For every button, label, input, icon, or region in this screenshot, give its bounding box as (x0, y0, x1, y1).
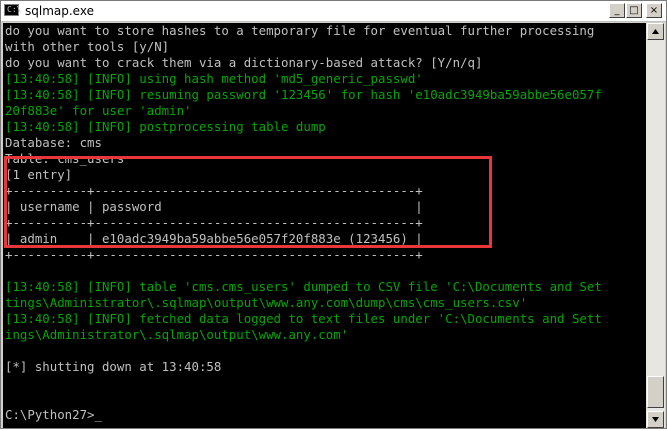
arrow-down-icon (652, 417, 659, 422)
scroll-up-button[interactable] (647, 23, 664, 40)
console-line: do you want to crack them via a dictiona… (5, 55, 483, 70)
console-line: 20f883e' for user 'admin' (5, 103, 192, 118)
console-window: C:\ sqlmap.exe _ □ × do you want to stor… (0, 0, 667, 429)
maximize-button[interactable]: □ (626, 3, 642, 18)
console-line: [13:40:58] [INFO] postprocessing table d… (5, 119, 326, 134)
console-icon[interactable]: C:\ (4, 4, 21, 16)
console-line: [13:40:58] [INFO] fetched data logged to… (5, 311, 602, 326)
vertical-scrollbar[interactable] (646, 23, 665, 428)
console-line: [13:40:58] [INFO] using hash method 'md5… (5, 71, 423, 86)
console-line: [13:40:58] [INFO] table 'cms.cms_users' … (5, 279, 602, 294)
console-line: C:\Python27>_ (5, 407, 102, 422)
close-button[interactable]: × (646, 3, 662, 18)
console-line: [*] shutting down at 13:40:58 (5, 359, 222, 374)
title-bar[interactable]: C:\ sqlmap.exe _ □ × (1, 1, 666, 22)
window-title: sqlmap.exe (25, 4, 94, 18)
minimize-button[interactable]: _ (609, 3, 625, 18)
result-highlight-box (4, 156, 492, 248)
console-line: tings\Administrator\.sqlmap\output\www.a… (5, 295, 528, 310)
console-line: +----------+----------------------------… (5, 247, 423, 262)
console-line: with other tools [y/N] (5, 39, 170, 54)
console-line: Database: cms (5, 135, 102, 150)
scroll-thumb[interactable] (647, 376, 664, 408)
scroll-down-button[interactable] (647, 411, 664, 428)
console-line: ings\Administrator\.sqlmap\output\www.an… (5, 327, 349, 342)
arrow-up-icon (652, 29, 659, 34)
console-line: do you want to store hashes to a tempora… (5, 23, 595, 38)
console-line: [13:40:58] [INFO] resuming password '123… (5, 87, 602, 102)
